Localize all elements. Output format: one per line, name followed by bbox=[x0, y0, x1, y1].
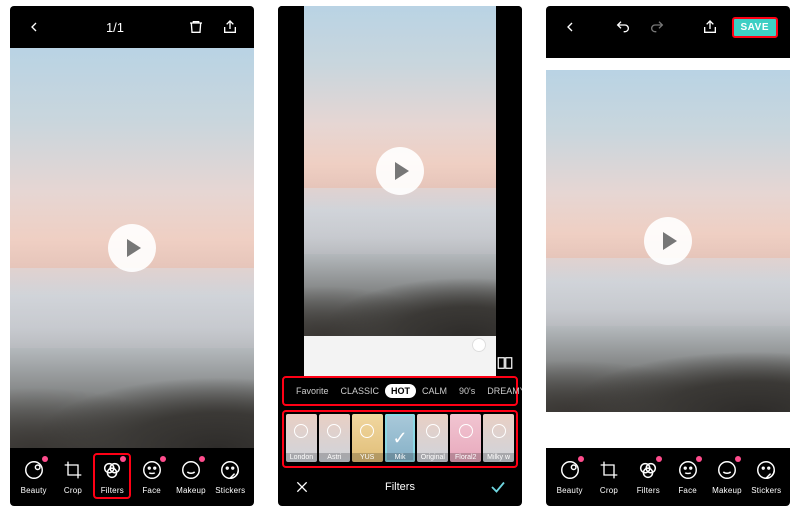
tool-makeup[interactable]: Makeup bbox=[172, 457, 210, 495]
category-hot[interactable]: HOT bbox=[385, 384, 416, 398]
tool-row: Beauty Crop Filters Face Makeup Stickers bbox=[10, 448, 254, 506]
redo-icon[interactable] bbox=[645, 15, 669, 39]
filter-mik[interactable]: ✓Mik bbox=[385, 414, 416, 462]
confirm-icon[interactable] bbox=[486, 475, 510, 499]
category-dreamy[interactable]: DREAMY bbox=[481, 384, 522, 398]
play-icon[interactable] bbox=[376, 147, 424, 195]
page-counter: 1/1 bbox=[46, 20, 184, 35]
category-90s[interactable]: 90's bbox=[453, 384, 481, 398]
compare-icon[interactable] bbox=[764, 426, 782, 444]
undo-icon[interactable] bbox=[611, 15, 635, 39]
filter-milky[interactable]: Milky w bbox=[483, 414, 514, 462]
top-bar: 1/1 bbox=[10, 6, 254, 48]
filter-london[interactable]: London bbox=[286, 414, 317, 462]
tool-face[interactable]: Face bbox=[669, 457, 707, 495]
play-icon[interactable] bbox=[644, 217, 692, 265]
compare-icon[interactable] bbox=[496, 354, 514, 372]
confirm-bar: Filters bbox=[278, 468, 522, 506]
filter-thumbs: London Astri YUS ✓Mik Original Floral2 M… bbox=[282, 410, 518, 468]
save-button[interactable]: SAVE bbox=[732, 17, 779, 38]
tool-filters[interactable]: Filters bbox=[93, 453, 131, 499]
tool-face[interactable]: Face bbox=[133, 457, 171, 495]
panel-title: Filters bbox=[385, 481, 415, 493]
delete-icon[interactable] bbox=[184, 15, 208, 39]
back-icon[interactable] bbox=[558, 15, 582, 39]
share-icon[interactable] bbox=[218, 15, 242, 39]
filter-floral2[interactable]: Floral2 bbox=[450, 414, 481, 462]
media-preview[interactable] bbox=[304, 6, 497, 336]
play-icon[interactable] bbox=[108, 224, 156, 272]
tool-stickers[interactable]: Stickers bbox=[747, 457, 785, 495]
tool-row: Beauty Crop Filters Face Makeup Stickers bbox=[546, 448, 790, 506]
category-favorite[interactable]: Favorite bbox=[290, 384, 335, 398]
tool-crop[interactable]: Crop bbox=[590, 457, 628, 495]
category-classic[interactable]: CLASSIC bbox=[335, 384, 386, 398]
filter-original[interactable]: Original bbox=[417, 414, 448, 462]
media-preview[interactable] bbox=[546, 70, 790, 412]
screen-edit-save: SAVE Beauty Crop Filters Face bbox=[546, 6, 790, 506]
tool-makeup[interactable]: Makeup bbox=[708, 457, 746, 495]
canvas-area bbox=[278, 6, 522, 376]
back-icon[interactable] bbox=[22, 15, 46, 39]
canvas-area bbox=[546, 48, 790, 448]
filter-astri[interactable]: Astri bbox=[319, 414, 350, 462]
filter-category-row: Favorite CLASSIC HOT CALM 90's DREAMY bbox=[282, 376, 518, 406]
screen-filters-panel: Favorite CLASSIC HOT CALM 90's DREAMY Lo… bbox=[278, 6, 522, 506]
media-preview[interactable] bbox=[10, 48, 254, 448]
top-bar: SAVE bbox=[546, 6, 790, 48]
filter-yus[interactable]: YUS bbox=[352, 414, 383, 462]
share-icon[interactable] bbox=[698, 15, 722, 39]
intensity-slider[interactable] bbox=[304, 336, 497, 376]
tool-beauty[interactable]: Beauty bbox=[551, 457, 589, 495]
tool-crop[interactable]: Crop bbox=[54, 457, 92, 495]
tool-beauty[interactable]: Beauty bbox=[15, 457, 53, 495]
tool-filters[interactable]: Filters bbox=[629, 457, 667, 495]
tool-stickers[interactable]: Stickers bbox=[211, 457, 249, 495]
category-calm[interactable]: CALM bbox=[416, 384, 453, 398]
close-icon[interactable] bbox=[290, 475, 314, 499]
screen-edit-main: 1/1 Beauty Crop Filters Face bbox=[10, 6, 254, 506]
